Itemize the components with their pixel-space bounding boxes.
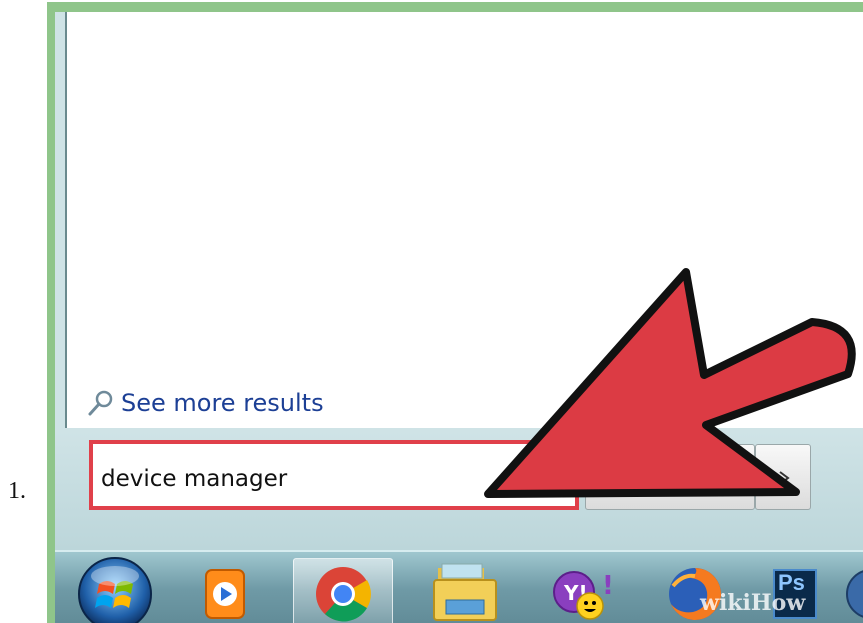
browser-icon-partial [846, 570, 863, 618]
start-search-input[interactable] [99, 462, 573, 496]
taskbar-chrome[interactable] [293, 558, 393, 623]
step-number: 1. [8, 478, 26, 504]
taskbar-media-player[interactable] [175, 558, 275, 623]
see-more-results-link[interactable]: See more results [87, 388, 324, 418]
search-icon [88, 390, 113, 416]
svg-text:!: ! [602, 571, 614, 601]
taskbar-yahoo-messenger[interactable]: Y! ! [535, 558, 635, 623]
windows-orb-icon[interactable] [75, 554, 155, 623]
wikihow-watermark: wikiHow [700, 590, 806, 616]
chevron-right-icon [779, 471, 790, 485]
folder-icon [433, 563, 497, 621]
screenshot-frame: See more results device manager Y! ! Ps [47, 2, 863, 623]
chrome-icon [316, 567, 371, 622]
taskbar-file-explorer[interactable] [415, 558, 515, 623]
see-more-results-label: See more results [121, 389, 324, 417]
yahoo-messenger-icon: Y! ! [553, 571, 614, 620]
start-menu: See more results [55, 12, 863, 550]
shut-down-options-button[interactable] [755, 444, 811, 510]
search-results-pane [65, 12, 863, 428]
windows-media-player-icon [205, 569, 245, 619]
search-box-highlight [89, 440, 579, 510]
shut-down-button[interactable] [585, 444, 755, 510]
